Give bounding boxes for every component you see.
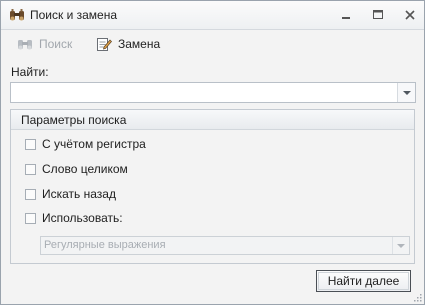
use-mode-value: Регулярные выражения: [44, 239, 166, 251]
use-label: Использовать:: [42, 211, 123, 225]
checkbox-box[interactable]: [25, 138, 36, 150]
whole-word-checkbox[interactable]: Слово целиком: [25, 161, 128, 177]
window-title: Поиск и замена: [30, 8, 118, 22]
use-mode-select: Регулярные выражения: [40, 236, 410, 255]
checkbox-box[interactable]: [25, 212, 36, 224]
find-label: Найти:: [11, 65, 49, 79]
binoculars-icon: [10, 9, 24, 21]
toolbar: Поиск Замена: [1, 30, 424, 58]
search-tab-button[interactable]: Поиск: [17, 35, 72, 53]
match-case-label: С учётом регистра: [42, 137, 146, 151]
chevron-down-icon[interactable]: [397, 83, 415, 102]
title-bar[interactable]: Поиск и замена: [1, 1, 424, 30]
edit-document-icon: [97, 38, 112, 51]
whole-word-label: Слово целиком: [42, 162, 128, 176]
search-options-title: Параметры поиска: [21, 113, 127, 127]
search-back-checkbox[interactable]: Искать назад: [25, 186, 116, 202]
use-checkbox[interactable]: Использовать:: [25, 210, 123, 226]
binoculars-icon: [18, 40, 32, 50]
find-combobox[interactable]: [10, 82, 416, 103]
checkbox-box[interactable]: [25, 163, 36, 175]
chevron-down-icon: [392, 237, 409, 254]
find-next-label: Найти далее: [327, 274, 400, 288]
search-options-header: Параметры поиска: [11, 110, 414, 130]
find-next-button[interactable]: Найти далее: [316, 270, 411, 292]
close-icon[interactable]: [401, 7, 419, 23]
maximize-icon[interactable]: [369, 7, 387, 23]
search-options-group: Параметры поиска С учётом регистра Слово…: [10, 109, 415, 264]
resize-grip-icon[interactable]: [414, 294, 422, 302]
match-case-checkbox[interactable]: С учётом регистра: [25, 136, 146, 152]
search-tab-label: Поиск: [39, 37, 73, 51]
minimize-icon[interactable]: [337, 7, 355, 23]
replace-tab-button[interactable]: Замена: [96, 35, 160, 53]
search-back-label: Искать назад: [42, 187, 116, 201]
checkbox-box[interactable]: [25, 188, 36, 200]
replace-tab-label: Замена: [118, 37, 161, 51]
search-replace-window: Поиск и замена Поиск Замена Найти: Парам…: [0, 0, 425, 305]
